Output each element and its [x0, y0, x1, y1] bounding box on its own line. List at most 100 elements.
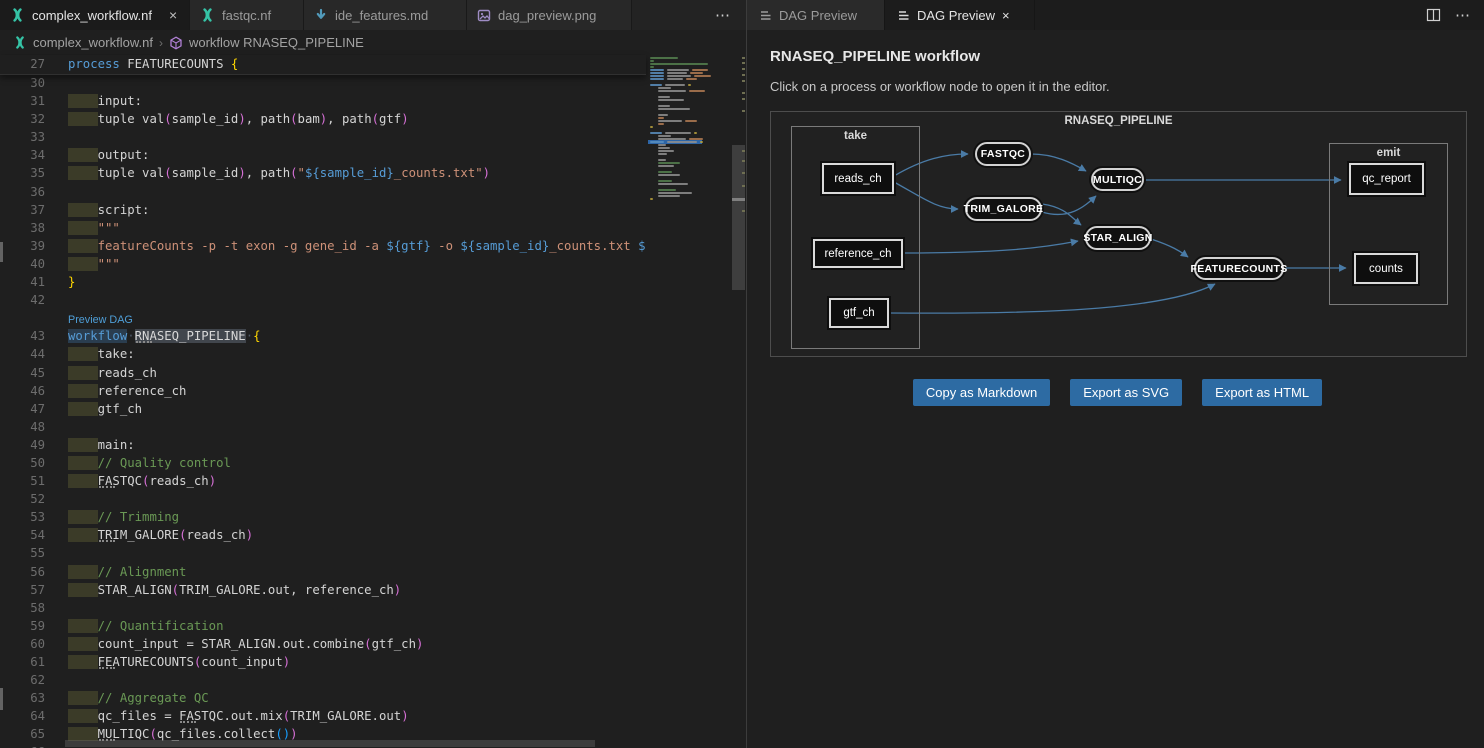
copy-as-markdown-button[interactable]: Copy as Markdown [913, 379, 1050, 406]
code-line[interactable]: 45 reads_ch [0, 364, 646, 382]
dag-cluster-take-label: take [792, 130, 919, 142]
minimap-line [658, 99, 684, 101]
horizontal-scrollbar-thumb[interactable] [65, 740, 595, 747]
code-line[interactable]: Preview DAG [0, 309, 646, 327]
code-line[interactable]: 60 count_input = STAR_ALIGN.out.combine(… [0, 635, 646, 653]
code-line[interactable]: 36 [0, 183, 646, 201]
tab-complex-workflow[interactable]: complex_workflow.nf × [0, 0, 190, 30]
code-line[interactable]: 27process FEATURECOUNTS { [0, 55, 646, 73]
code-token: _counts.txt" [394, 166, 483, 180]
code-line[interactable]: 61 FEATURECOUNTS(count_input) [0, 653, 646, 671]
dag-node-gtf-ch[interactable]: gtf_ch [829, 298, 889, 328]
code-line[interactable]: 64 qc_files = FASTQC.out.mix(TRIM_GALORE… [0, 707, 646, 725]
code-line[interactable]: 35 tuple val(sample_id), path("${sample_… [0, 164, 646, 182]
dag-node-featurecounts[interactable]: FEATURECOUNTS [1194, 257, 1284, 280]
code-line[interactable]: 44 take: [0, 345, 646, 363]
code-line[interactable]: 53 // Trimming [0, 508, 646, 526]
minimap-line [658, 135, 671, 137]
tab-dag-preview-inactive[interactable]: DAG Preview [747, 0, 885, 30]
code-token [68, 94, 98, 108]
dag-node-fastqc[interactable]: FASTQC [975, 142, 1031, 166]
line-number: 59 [0, 617, 45, 635]
code-token: bam [298, 112, 320, 126]
code-line[interactable]: 39 featureCounts -p -t exon -g gene_id -… [0, 237, 646, 255]
code-token: , path [246, 112, 290, 126]
dag-node-star-align[interactable]: STAR_ALIGN [1085, 226, 1151, 250]
code-line[interactable]: 52 [0, 490, 646, 508]
dag-node-reads-ch[interactable]: reads_ch [822, 163, 894, 194]
code-token: _counts.txt [549, 239, 638, 253]
code-line[interactable]: 54 TRIM_GALORE(reads_ch) [0, 526, 646, 544]
code-line[interactable]: 62 [0, 671, 646, 689]
panel-more-actions[interactable]: ⋯ [1455, 6, 1472, 24]
code-line[interactable]: 55 [0, 544, 646, 562]
code-line[interactable]: 42 [0, 291, 646, 309]
line-content: count_input = STAR_ALIGN.out.combine(gtf… [68, 635, 423, 653]
minimap[interactable] [646, 55, 731, 748]
code-line[interactable]: 37 script: [0, 201, 646, 219]
code-token: script: [98, 203, 150, 217]
minimap-line [667, 75, 691, 77]
minimap-line [658, 171, 672, 173]
code-line[interactable]: 57 STAR_ALIGN(TRIM_GALORE.out, reference… [0, 581, 646, 599]
code-line[interactable]: 56 // Alignment [0, 563, 646, 581]
code-line[interactable]: 34 output: [0, 146, 646, 164]
tab-dag-preview-active[interactable]: DAG Preview × [885, 0, 1035, 30]
code-line[interactable]: 41} [0, 273, 646, 291]
dag-node-reference-ch[interactable]: reference_ch [813, 239, 903, 268]
line-number: 61 [0, 653, 45, 671]
code-line[interactable]: 58 [0, 599, 646, 617]
code-line[interactable]: 33 [0, 128, 646, 146]
code-line[interactable]: 47 gtf_ch [0, 400, 646, 418]
code-line[interactable]: 50 // Quality control [0, 454, 646, 472]
dag-node-multiqc[interactable]: MULTIQC [1091, 168, 1144, 191]
code-token: ${sample_id} [305, 166, 394, 180]
code-line[interactable]: 31 input: [0, 92, 646, 110]
export-as-html-button[interactable]: Export as HTML [1202, 379, 1322, 406]
line-number: 34 [0, 146, 45, 164]
scrollbar-thumb[interactable] [732, 145, 745, 290]
close-icon[interactable]: × [169, 8, 177, 22]
tab-fastqc[interactable]: fastqc.nf [190, 0, 304, 30]
code-editor[interactable]: 3031 input:32 tuple val(sample_id), path… [0, 74, 646, 748]
minimap-line [694, 132, 697, 134]
code-line[interactable]: 32 tuple val(sample_id), path(bam), path… [0, 110, 646, 128]
breadcrumb-symbol[interactable]: workflow RNASEQ_PIPELINE [189, 35, 364, 50]
code-line[interactable]: 59 // Quantification [0, 617, 646, 635]
code-token: gtf [379, 112, 401, 126]
code-line[interactable]: 46 reference_ch [0, 382, 646, 400]
panel-tab-bar: DAG Preview DAG Preview × ⋯ [747, 0, 1484, 30]
line-number: 27 [0, 55, 45, 73]
code-line[interactable]: 38 """ [0, 219, 646, 237]
tab-dag-preview-png[interactable]: dag_preview.png [467, 0, 632, 30]
sticky-scroll-line[interactable]: 27process FEATURECOUNTS { [0, 55, 646, 75]
dag-node-trim-galore[interactable]: TRIM_GALORE [965, 197, 1042, 221]
line-content: input: [68, 92, 142, 110]
dag-node-qc-report[interactable]: qc_report [1349, 163, 1424, 195]
tab-ide-features[interactable]: ide_features.md [304, 0, 467, 30]
breadcrumb-file[interactable]: complex_workflow.nf [33, 35, 153, 50]
code-line[interactable]: 51 FASTQC(reads_ch) [0, 472, 646, 490]
line-content: // Trimming [68, 508, 179, 526]
code-line[interactable]: 30 [0, 74, 646, 92]
code-token: ( [164, 112, 171, 126]
code-line[interactable]: 49 main: [0, 436, 646, 454]
line-content: tuple val(sample_id), path("${sample_id}… [68, 164, 490, 182]
export-as-svg-button[interactable]: Export as SVG [1070, 379, 1182, 406]
split-editor-icon[interactable] [1426, 8, 1441, 22]
code-token: // Trimming [98, 510, 179, 524]
code-line[interactable]: 48 [0, 418, 646, 436]
minimap-line [658, 117, 664, 119]
code-token [68, 691, 98, 705]
line-content: // Aggregate QC [68, 689, 209, 707]
code-token: TRIM_GALORE.out, reference_ch [179, 583, 394, 597]
vertical-scrollbar[interactable] [731, 55, 746, 748]
dag-node-counts[interactable]: counts [1354, 253, 1418, 284]
code-line[interactable]: 40 """ [0, 255, 646, 273]
line-number: 60 [0, 635, 45, 653]
code-line[interactable]: 63 // Aggregate QC [0, 689, 646, 707]
editor-more-actions[interactable]: ⋯ [709, 0, 738, 30]
close-icon[interactable]: × [1002, 8, 1010, 23]
code-token [68, 456, 98, 470]
code-line[interactable]: 43workflow·RNASEQ_PIPELINE·{ [0, 327, 646, 345]
